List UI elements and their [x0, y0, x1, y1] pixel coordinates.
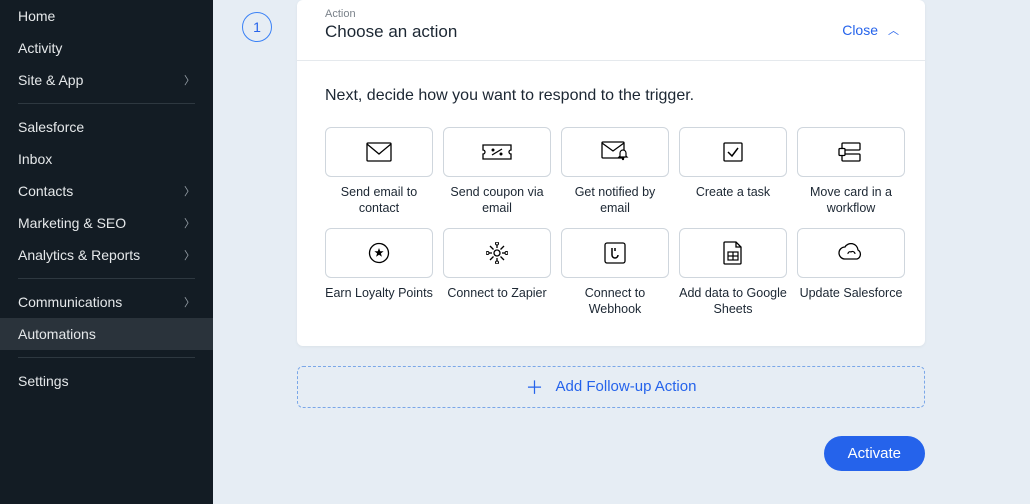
- action-label: Add data to Google Sheets: [679, 286, 787, 317]
- zapier-icon: [443, 228, 551, 278]
- action-sheets[interactable]: Add data to Google Sheets: [679, 228, 787, 317]
- nav-group-1: Home Activity Site & App〉: [0, 0, 213, 96]
- action-workflow[interactable]: Move card in a workflow: [797, 127, 905, 216]
- divider: [18, 357, 195, 358]
- nav-communications[interactable]: Communications〉: [0, 286, 213, 318]
- action-label: Send email to contact: [325, 185, 433, 216]
- nav-inbox[interactable]: Inbox: [0, 143, 213, 175]
- nav-home[interactable]: Home: [0, 0, 213, 32]
- nav-group-4: Settings: [0, 365, 213, 397]
- nav-contacts[interactable]: Contacts〉: [0, 175, 213, 207]
- action-task[interactable]: Create a task: [679, 127, 787, 216]
- cloud-icon: [797, 228, 905, 278]
- actions-grid: Send email to contact Send coupon via ema…: [325, 127, 897, 318]
- panel-title: Choose an action: [325, 22, 842, 42]
- panel-section-label: Action: [325, 8, 842, 20]
- action-label: Connect to Zapier: [447, 286, 546, 302]
- panel-prompt: Next, decide how you want to respond to …: [325, 87, 897, 105]
- nav-marketing[interactable]: Marketing & SEO〉: [0, 207, 213, 239]
- panel-container: 1 Action Choose an action Close ︿ Next, …: [297, 0, 1030, 471]
- task-icon: [679, 127, 787, 177]
- action-label: Earn Loyalty Points: [325, 286, 433, 302]
- nav-site-app[interactable]: Site & App〉: [0, 64, 213, 96]
- action-label: Send coupon via email: [443, 185, 551, 216]
- chevron-right-icon: 〉: [184, 183, 195, 199]
- nav-settings[interactable]: Settings: [0, 365, 213, 397]
- divider: [18, 278, 195, 279]
- nav-group-2: Salesforce Inbox Contacts〉 Marketing & S…: [0, 111, 213, 271]
- footer-actions: Activate: [297, 436, 925, 471]
- sidebar: Home Activity Site & App〉 Salesforce Inb…: [0, 0, 213, 504]
- action-label: Move card in a workflow: [797, 185, 905, 216]
- action-mail[interactable]: Send email to contact: [325, 127, 433, 216]
- nav-group-3: Communications〉 Automations: [0, 286, 213, 350]
- nav-salesforce[interactable]: Salesforce: [0, 111, 213, 143]
- action-label: Connect to Webhook: [561, 286, 669, 317]
- action-label: Update Salesforce: [800, 286, 903, 302]
- chevron-right-icon: 〉: [184, 215, 195, 231]
- webhook-icon: [561, 228, 669, 278]
- divider: [18, 103, 195, 104]
- chevron-right-icon: 〉: [184, 72, 195, 88]
- action-notify[interactable]: Get notified by email: [561, 127, 669, 216]
- plus-icon: ＋: [526, 374, 544, 400]
- sheets-icon: [679, 228, 787, 278]
- step-indicator: 1: [242, 12, 272, 42]
- nav-automations[interactable]: Automations: [0, 318, 213, 350]
- nav-analytics[interactable]: Analytics & Reports〉: [0, 239, 213, 271]
- action-star[interactable]: Earn Loyalty Points: [325, 228, 433, 317]
- chevron-right-icon: 〉: [184, 294, 195, 310]
- close-button[interactable]: Close ︿: [842, 22, 899, 38]
- activate-button[interactable]: Activate: [824, 436, 925, 471]
- notify-icon: [561, 127, 669, 177]
- action-zapier[interactable]: Connect to Zapier: [443, 228, 551, 317]
- main-area: 1 Action Choose an action Close ︿ Next, …: [213, 0, 1030, 504]
- add-followup-button[interactable]: ＋ Add Follow-up Action: [297, 366, 925, 408]
- star-icon: [325, 228, 433, 278]
- chevron-right-icon: 〉: [184, 247, 195, 263]
- action-cloud[interactable]: Update Salesforce: [797, 228, 905, 317]
- panel-header: 1 Action Choose an action Close ︿: [297, 0, 925, 61]
- action-label: Create a task: [696, 185, 770, 201]
- coupon-icon: [443, 127, 551, 177]
- nav-activity[interactable]: Activity: [0, 32, 213, 64]
- workflow-icon: [797, 127, 905, 177]
- action-webhook[interactable]: Connect to Webhook: [561, 228, 669, 317]
- chevron-up-icon: ︿: [888, 22, 899, 38]
- action-label: Get notified by email: [561, 185, 669, 216]
- action-coupon[interactable]: Send coupon via email: [443, 127, 551, 216]
- panel-body: Next, decide how you want to respond to …: [297, 61, 925, 346]
- action-panel: 1 Action Choose an action Close ︿ Next, …: [297, 0, 925, 346]
- mail-icon: [325, 127, 433, 177]
